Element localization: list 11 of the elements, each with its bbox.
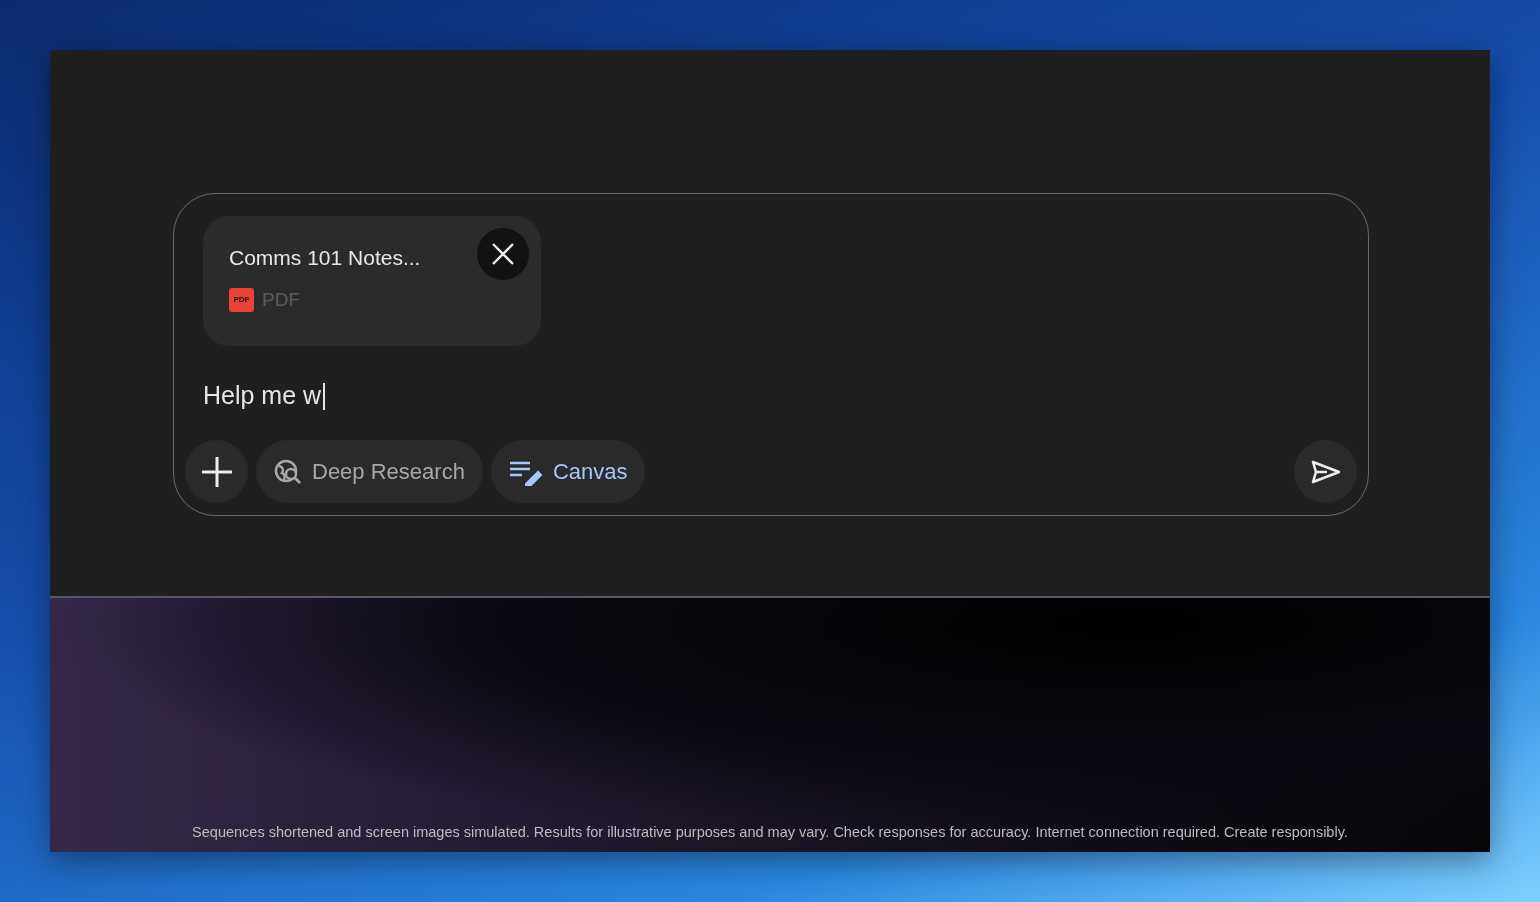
file-name: Comms 101 Notes...: [229, 245, 421, 271]
disclaimer: Sequences shortened and screen images simulated. Results for illustrative purposes and may vary. Check responses for accuracy. Internet connection required. Create responsibly.: [192, 823, 1348, 843]
send-icon: [1310, 459, 1341, 484]
plus-icon: [200, 455, 233, 488]
input-field[interactable]: Help me w: [203, 376, 1357, 416]
tool-chip[interactable]: Canvas: [490, 440, 646, 503]
close-icon: [491, 242, 515, 266]
globe-search-icon: [274, 457, 302, 486]
tool-chip[interactable]: Deep Research: [256, 440, 483, 503]
close-button[interactable]: [477, 228, 529, 280]
pdf-icon: PDF: [229, 288, 254, 313]
